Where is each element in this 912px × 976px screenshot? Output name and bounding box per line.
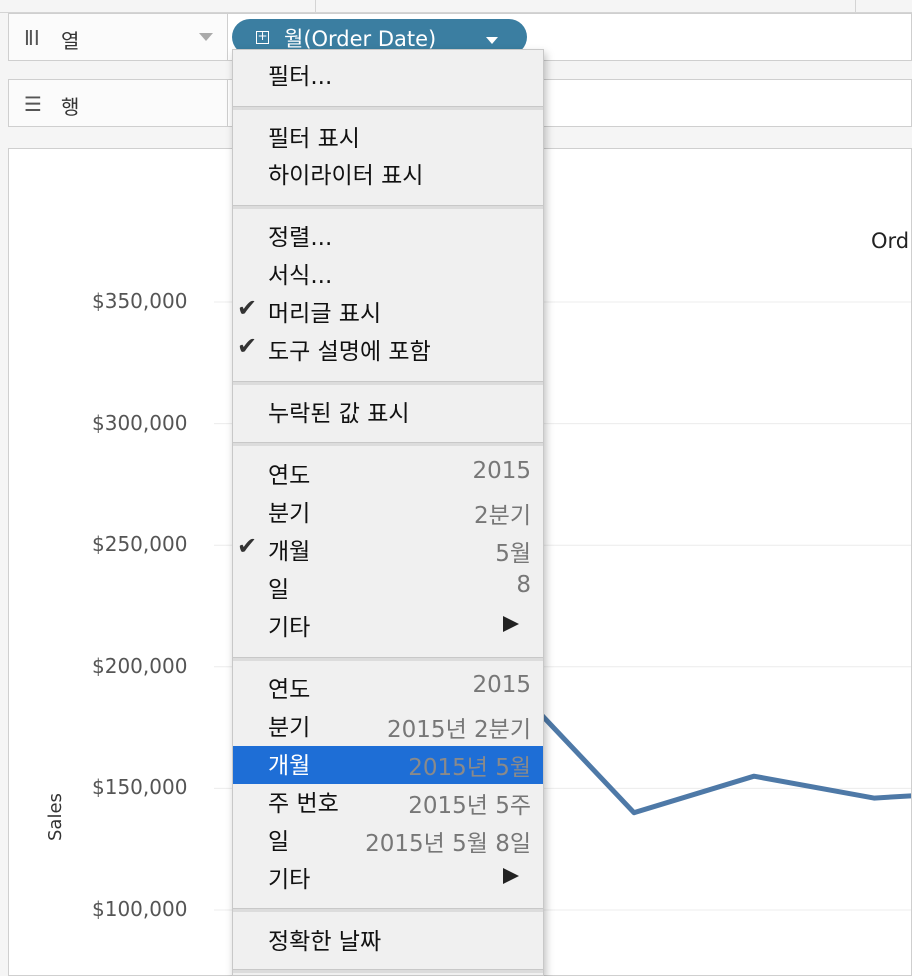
y-tick-label: $250,000	[92, 532, 188, 557]
checkmark-icon: ✔	[237, 332, 258, 360]
menu-separator	[233, 106, 543, 110]
y-axis-title: Sales	[45, 793, 66, 841]
continuous-date-item-label: 주 번호	[268, 791, 339, 817]
menu-separator	[233, 381, 543, 385]
y-tick-label: $350,000	[92, 289, 188, 313]
discrete-date-item-label: 개월	[268, 539, 311, 565]
continuous-date-item-label: 개월	[268, 753, 311, 779]
discrete-date-item-value: 8	[516, 572, 531, 598]
y-tick-label: $100,000	[92, 897, 188, 921]
discrete-date-item-value: 2015	[472, 458, 531, 484]
menu-separator	[233, 442, 543, 446]
discrete-date-item-label: 일	[268, 577, 290, 603]
menu-item-exact-date[interactable]: 정확한 날짜	[233, 922, 543, 960]
menu-separator	[233, 657, 543, 661]
menu-item-show-header[interactable]: ✔ 머리글 표시	[233, 294, 543, 332]
pill-context-menu: 필터... 필터 표시 하이라이터 표시 정렬... 서식... ✔ 머리글 표…	[232, 49, 544, 976]
continuous-date-item[interactable]: 주 번호 2015년 5주	[233, 784, 543, 822]
discrete-date-item-label: 기타	[268, 615, 311, 641]
checkmark-icon: ✔	[237, 294, 258, 322]
discrete-date-item-label: 분기	[268, 501, 311, 527]
continuous-date-item-label: 기타	[268, 867, 311, 893]
submenu-arrow-icon	[503, 616, 519, 632]
toolbar-divider	[855, 0, 856, 12]
continuous-date-item-value: 2015년 5주	[408, 793, 531, 819]
menu-separator	[233, 205, 543, 209]
discrete-date-item[interactable]: 기타	[233, 608, 543, 646]
top-toolbar-strip	[0, 0, 912, 13]
column-header: Ord	[871, 229, 910, 253]
submenu-arrow-icon	[503, 868, 519, 884]
chevron-down-icon[interactable]	[199, 33, 213, 41]
pill-dropdown-icon[interactable]	[486, 37, 498, 44]
toolbar-divider	[315, 0, 316, 12]
y-tick-label: $300,000	[92, 410, 188, 435]
sales-series-line[interactable]	[517, 689, 912, 816]
continuous-date-item-label: 연도	[268, 677, 311, 703]
menu-item-filter[interactable]: 필터...	[233, 57, 543, 95]
continuous-date-item-value: 2015	[472, 672, 531, 698]
continuous-date-item[interactable]: 기타	[233, 860, 543, 898]
menu-item-format[interactable]: 서식...	[233, 256, 543, 294]
menu-item-include-tooltip[interactable]: ✔ 도구 설명에 포함	[233, 332, 543, 370]
menu-separator	[233, 969, 543, 973]
continuous-date-item-value: 2015년 5월 8일	[365, 831, 531, 857]
discrete-date-item-value: 2분기	[474, 503, 531, 529]
continuous-date-item[interactable]: 연도 2015	[233, 670, 543, 708]
rows-label: 행	[61, 95, 80, 119]
continuous-date-item-label: 일	[268, 829, 290, 855]
menu-item-sort[interactable]: 정렬...	[233, 218, 543, 256]
columns-label: 열	[61, 29, 80, 53]
rows-icon: ☰	[24, 92, 42, 116]
y-tick-label: $200,000	[92, 653, 188, 678]
columns-icon: ⅡⅠ	[24, 26, 40, 50]
expand-plus-icon[interactable]: +	[256, 30, 269, 44]
continuous-date-item-value: 2015년 5월	[408, 755, 531, 781]
discrete-date-item[interactable]: ✔ 개월 5월	[233, 532, 543, 570]
continuous-date-item[interactable]: 개월 2015년 5월	[233, 746, 543, 784]
discrete-date-item-value: 5월	[495, 541, 531, 567]
discrete-date-item-label: 연도	[268, 463, 311, 489]
menu-separator	[233, 908, 543, 912]
y-tick-label: $150,000	[92, 775, 188, 800]
discrete-date-item[interactable]: 분기 2분기	[233, 494, 543, 532]
checkmark-icon: ✔	[237, 532, 258, 560]
continuous-date-item[interactable]: 일 2015년 5월 8일	[233, 822, 543, 860]
continuous-date-item[interactable]: 분기 2015년 2분기	[233, 708, 543, 746]
menu-item-show-filter[interactable]: 필터 표시	[233, 119, 543, 157]
continuous-date-item-label: 분기	[268, 715, 311, 741]
columns-shelf-label: ⅡⅠ 열	[9, 14, 228, 60]
discrete-date-item[interactable]: 연도 2015	[233, 456, 543, 494]
continuous-date-item-value: 2015년 2분기	[387, 717, 531, 743]
menu-item-show-highlighter[interactable]: 하이라이터 표시	[233, 156, 543, 194]
discrete-date-item[interactable]: 일8	[233, 570, 543, 608]
rows-shelf-label: ☰ 행	[9, 80, 228, 126]
menu-item-show-missing[interactable]: 누락된 값 표시	[233, 394, 543, 432]
